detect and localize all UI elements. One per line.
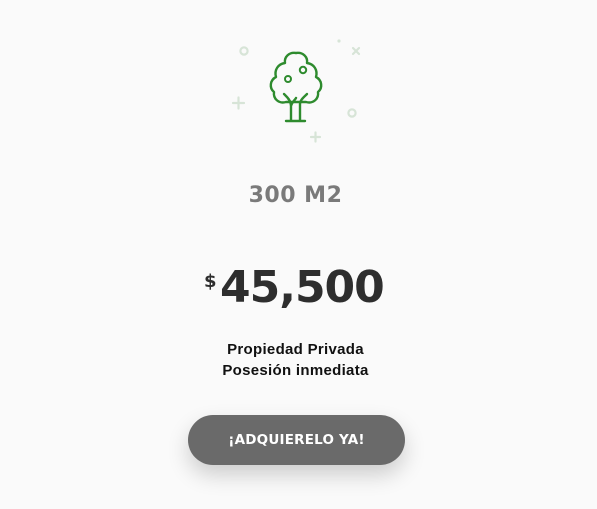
currency-symbol: $ xyxy=(204,271,217,292)
tree-icon xyxy=(231,39,361,143)
price-amount: 45,500 xyxy=(220,262,385,313)
plan-size-label: 300 M2 xyxy=(248,183,343,208)
feature-item: Propiedad Privada xyxy=(227,341,364,358)
pricing-card: 300 M2 $ 45,500 Propiedad Privada Posesi… xyxy=(0,0,597,509)
tree-illustration xyxy=(228,34,364,146)
feature-list: Propiedad Privada Posesión inmediata xyxy=(0,339,591,381)
feature-item: Posesión inmediata xyxy=(222,362,369,379)
buy-now-button[interactable]: ¡ADQUIERELO YA! xyxy=(188,415,405,465)
price: $ 45,500 xyxy=(0,258,597,318)
